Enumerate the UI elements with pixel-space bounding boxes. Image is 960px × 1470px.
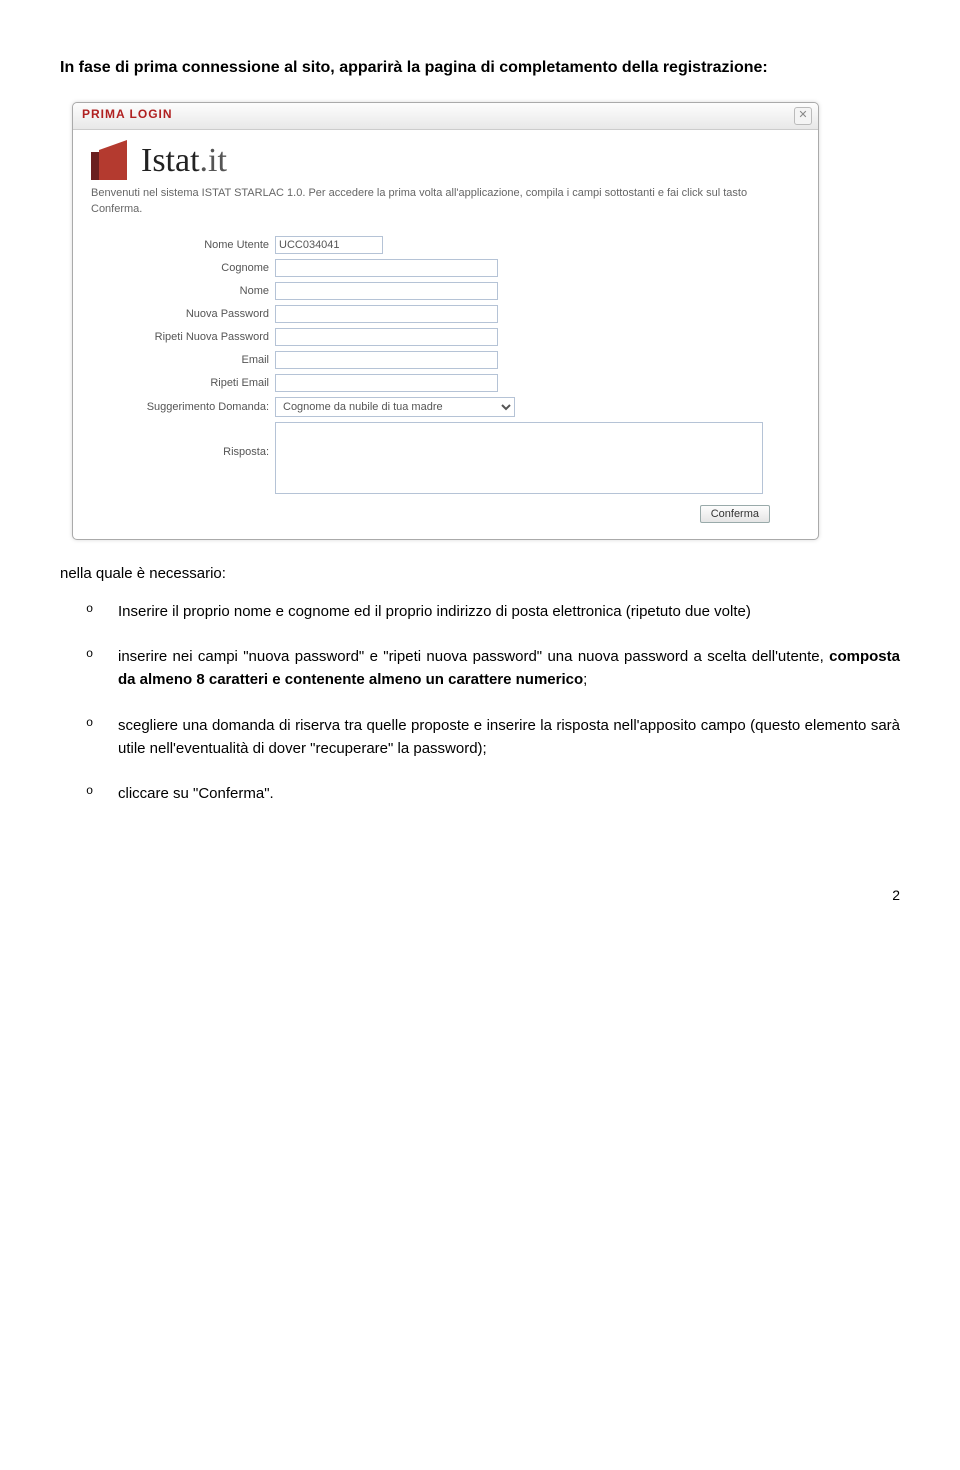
- istat-logo-text: Istat.it: [141, 142, 227, 180]
- ripeti-email-label: Ripeti Email: [91, 377, 275, 389]
- email-label: Email: [91, 354, 275, 366]
- ripeti-password-label: Ripeti Nuova Password: [91, 331, 275, 343]
- istat-logo-mark: [91, 140, 137, 180]
- nome-utente-label: Nome Utente: [91, 239, 275, 251]
- nuova-password-label: Nuova Password: [91, 308, 275, 320]
- ripeti-email-input[interactable]: [275, 374, 498, 392]
- dialog-header: PRIMA LOGIN ✕: [73, 103, 818, 130]
- list-item: scegliere una domanda di riserva tra que…: [118, 714, 900, 761]
- list-item: cliccare su "Conferma".: [118, 782, 900, 805]
- risposta-label: Risposta:: [91, 422, 275, 458]
- nome-label: Nome: [91, 285, 275, 297]
- intro-paragraph: In fase di prima connessione al sito, ap…: [60, 56, 900, 80]
- welcome-text: Benvenuti nel sistema ISTAT STARLAC 1.0.…: [91, 186, 800, 218]
- istat-logo: Istat.it: [91, 140, 800, 180]
- ripeti-password-input[interactable]: [275, 328, 498, 346]
- suggerimento-select[interactable]: Cognome da nubile di tua madre: [275, 397, 515, 417]
- list-item: Inserire il proprio nome e cognome ed il…: [118, 600, 900, 623]
- suggerimento-label: Suggerimento Domanda:: [91, 401, 275, 413]
- list-item: inserire nei campi "nuova password" e "r…: [118, 645, 900, 692]
- nuova-password-input[interactable]: [275, 305, 498, 323]
- risposta-textarea[interactable]: [275, 422, 763, 494]
- dialog-screenshot: PRIMA LOGIN ✕ Istat.it Benvenuti nel sis…: [72, 102, 900, 540]
- nome-input[interactable]: [275, 282, 498, 300]
- page-number: 2: [0, 847, 960, 933]
- instruction-list: Inserire il proprio nome e cognome ed il…: [60, 600, 900, 806]
- necessario-text: nella quale è necessario:: [60, 565, 900, 582]
- prima-login-dialog: PRIMA LOGIN ✕ Istat.it Benvenuti nel sis…: [72, 102, 819, 540]
- cognome-input[interactable]: [275, 259, 498, 277]
- nome-utente-input[interactable]: [275, 236, 383, 254]
- close-icon[interactable]: ✕: [794, 107, 812, 125]
- dialog-title: PRIMA LOGIN: [82, 107, 173, 121]
- email-input[interactable]: [275, 351, 498, 369]
- conferma-button[interactable]: Conferma: [700, 505, 770, 523]
- cognome-label: Cognome: [91, 262, 275, 274]
